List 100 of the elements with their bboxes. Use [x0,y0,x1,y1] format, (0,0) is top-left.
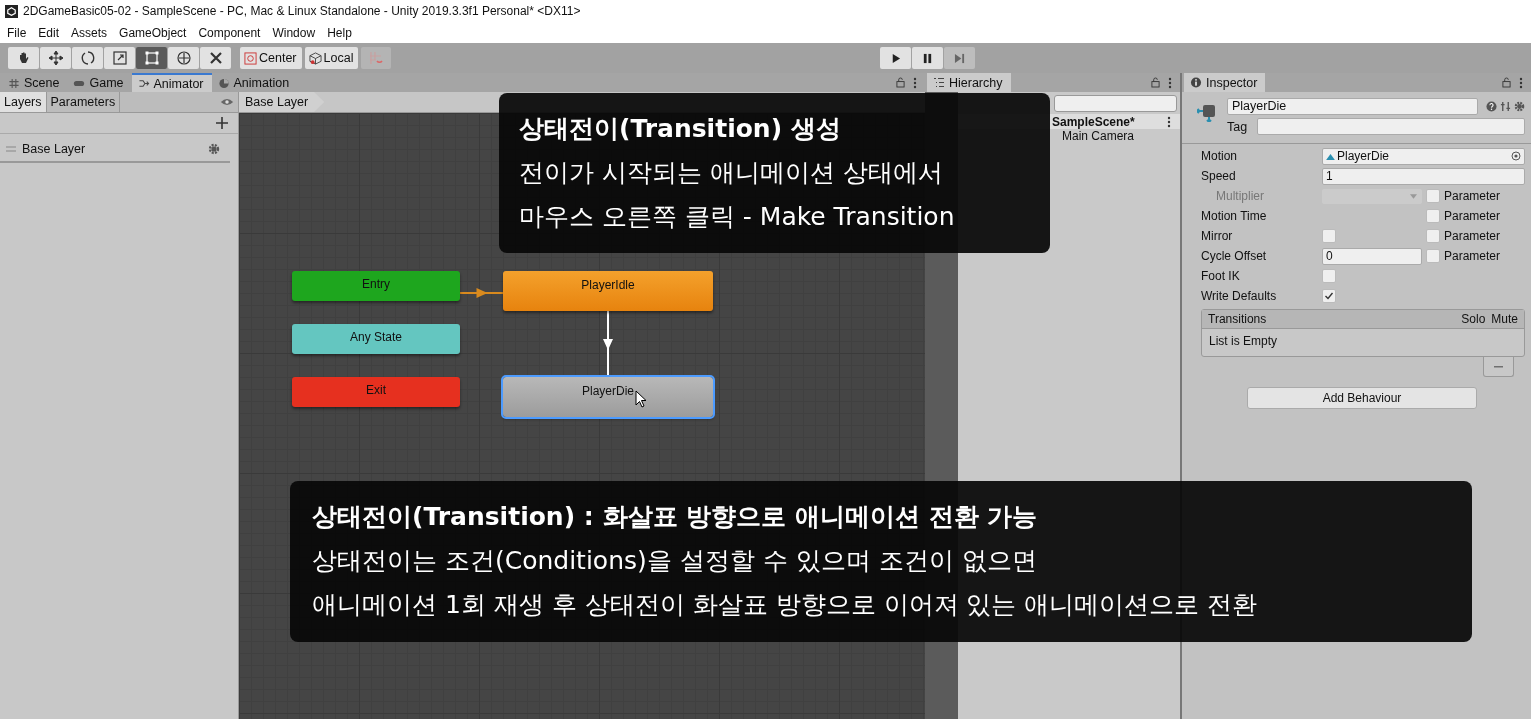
lock-icon[interactable] [1151,77,1160,88]
state-icon [1197,102,1217,122]
preset-icon[interactable] [1500,101,1511,112]
caption-text: 상태전이는 조건(Conditions)을 설정할 수 있으며 조건이 없으면 [312,545,1038,577]
hand-tool-button[interactable] [8,47,39,69]
local-pivot-button[interactable]: Local [304,47,359,69]
menu-item[interactable]: Help [327,25,352,40]
menu-item[interactable]: GameObject [119,25,187,40]
menu-item[interactable]: Edit [38,25,60,40]
inspector-tab[interactable]: Inspector [1184,73,1266,92]
tag-label: Tag [1227,119,1248,134]
settings-icon[interactable] [208,143,220,155]
eye-icon[interactable] [220,97,234,107]
play-icon [890,52,902,64]
caption-text: 마우스 오른쪽 클릭 - Make Transition [519,201,956,233]
mouse-cursor-icon [635,390,647,408]
checkbox[interactable] [1426,249,1440,263]
more-options-icon[interactable] [1168,77,1172,89]
field-label: Foot IK [1201,269,1241,283]
search-field[interactable] [1054,95,1177,112]
state-node[interactable]: Exit [292,377,460,407]
column-header: Solo [1461,312,1486,326]
grid-icon [8,77,20,89]
more-options-icon[interactable] [1519,77,1523,89]
checkbox[interactable] [1322,229,1336,243]
info-icon [1190,77,1202,88]
pivot-center-icon [244,51,257,65]
state-node[interactable]: PlayerIdle [503,271,713,311]
hierarchy-tab[interactable]: Hierarchy [927,73,1011,92]
crossed-tools-icon [207,50,224,66]
transform-tool-button[interactable] [168,47,199,69]
name-field[interactable]: PlayerDie [1227,98,1478,115]
caption-title: 상태전이(Transition) : 화살표 방향으로 애니메이션 전환 가능 [312,501,1039,533]
add-icon[interactable] [216,117,228,129]
animation-clip-icon [1326,152,1335,160]
rotate-icon [79,50,96,66]
field-label: Multiplier [1215,189,1265,203]
move-arrows-icon [47,50,64,66]
panel-tab[interactable]: Layers [0,92,47,112]
field-label: Motion Time [1201,209,1268,223]
menu-item[interactable]: Window [272,25,316,40]
state-node[interactable]: Entry [292,271,460,301]
pause-button[interactable] [912,47,944,69]
state-node[interactable]: PlayerDie [503,377,713,417]
window-tab[interactable]: Game [67,74,132,92]
help-icon[interactable] [1486,101,1497,112]
window-tab[interactable]: Animator [131,73,212,92]
tag-field[interactable] [1257,118,1525,135]
lock-icon[interactable] [1502,77,1511,88]
caption-text: 전이가 시작되는 애니메이션 상태에서 [519,157,944,189]
more-options-icon[interactable] [1167,115,1171,128]
layer-name[interactable]: Base Layer [22,142,202,156]
window-tab[interactable]: Scene [2,74,68,92]
clock-icon [217,77,230,89]
caret-icon [1410,193,1417,199]
object-field[interactable]: PlayerDie [1322,147,1525,165]
drag-handle-icon[interactable] [6,146,16,152]
settings-icon[interactable] [1514,101,1525,112]
input-field[interactable]: 0 [1322,247,1422,265]
move-tool-button[interactable] [40,47,71,69]
checkbox[interactable] [1426,209,1440,223]
window-tab[interactable]: Animation [211,74,298,92]
hierarchy-item[interactable]: Main Camera [1052,129,1180,144]
empty-message: List is Empty [1208,333,1278,350]
more-options-icon[interactable] [913,77,917,89]
field-label: Mirror [1201,229,1234,243]
parameter-label: Parameter [1444,189,1501,203]
rect-tool-icon [143,50,160,66]
check-icon [1324,291,1334,301]
minus-icon [1494,365,1503,368]
rotate-tool-button[interactable] [72,47,103,69]
parameter-label: Parameter [1444,229,1501,243]
field-label: Write Defaults [1201,289,1278,303]
list-icon [933,77,945,88]
transform-icon [175,50,192,66]
object-picker-icon[interactable] [1511,151,1521,161]
custom-tool-button[interactable] [200,47,231,69]
snap-grid-icon [368,50,385,66]
caption-title: 상태전이(Transition) 생성 [519,113,842,145]
column-header: Transitions [1208,312,1268,326]
lock-icon[interactable] [896,77,905,88]
menu-item[interactable]: Component [198,25,261,40]
pause-icon [922,52,934,64]
window-title: 2DGameBasic05-02 - SampleScene - PC, Mac & Linux Standalone - Unity 2019.3.3f1 Personal* <DX11> [23,4,581,18]
caption-text: 애니메이션 1회 재생 후 상태전이 화살표 방향으로 이어져 있는 애니메이션으로 전환 [312,589,1259,621]
parameter-label: Parameter [1444,249,1501,263]
add-behaviour-button[interactable]: Add Behaviour [1247,387,1477,409]
menu-item[interactable]: File [7,25,27,40]
breadcrumb[interactable]: Base Layer [239,92,325,112]
checkbox[interactable] [1322,269,1336,283]
menu-item[interactable]: Assets [71,25,108,40]
input-field[interactable]: 1 [1322,167,1525,185]
rect-tool-button[interactable] [136,47,167,69]
parameter-label: Parameter [1444,209,1501,223]
checkbox[interactable] [1322,289,1336,303]
checkbox[interactable] [1426,229,1440,243]
state-node[interactable]: Any State [292,324,460,354]
center-pivot-button[interactable]: Center [240,47,302,69]
play-button[interactable] [880,47,912,69]
transition-arrow[interactable] [603,310,613,378]
